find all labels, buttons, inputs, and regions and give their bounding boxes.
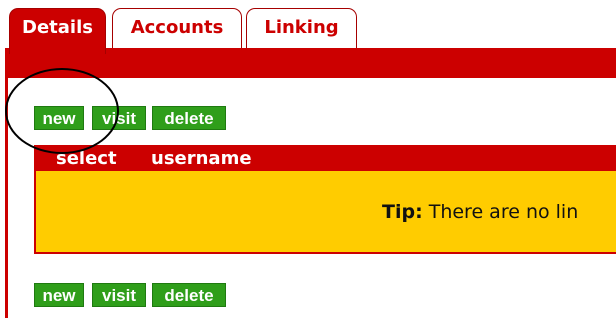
new-button[interactable]: new	[34, 106, 84, 130]
tab-details[interactable]: Details	[9, 8, 106, 54]
visit-button-bottom[interactable]: visit	[92, 283, 146, 307]
column-header-select[interactable]: select	[56, 145, 117, 173]
visit-button[interactable]: visit	[92, 106, 146, 130]
tip-text: There are no lin	[422, 201, 579, 223]
tip-message: Tip: There are no lin	[382, 201, 578, 223]
delete-button-bottom[interactable]: delete	[152, 283, 226, 307]
column-header-username[interactable]: username	[151, 145, 252, 173]
new-button-bottom[interactable]: new	[34, 283, 84, 307]
tab-accounts[interactable]: Accounts	[112, 8, 242, 48]
table-header: select username	[34, 145, 616, 171]
delete-button[interactable]: delete	[152, 106, 226, 130]
tip-box: Tip: There are no lin	[34, 171, 616, 254]
tip-label: Tip:	[382, 201, 423, 223]
